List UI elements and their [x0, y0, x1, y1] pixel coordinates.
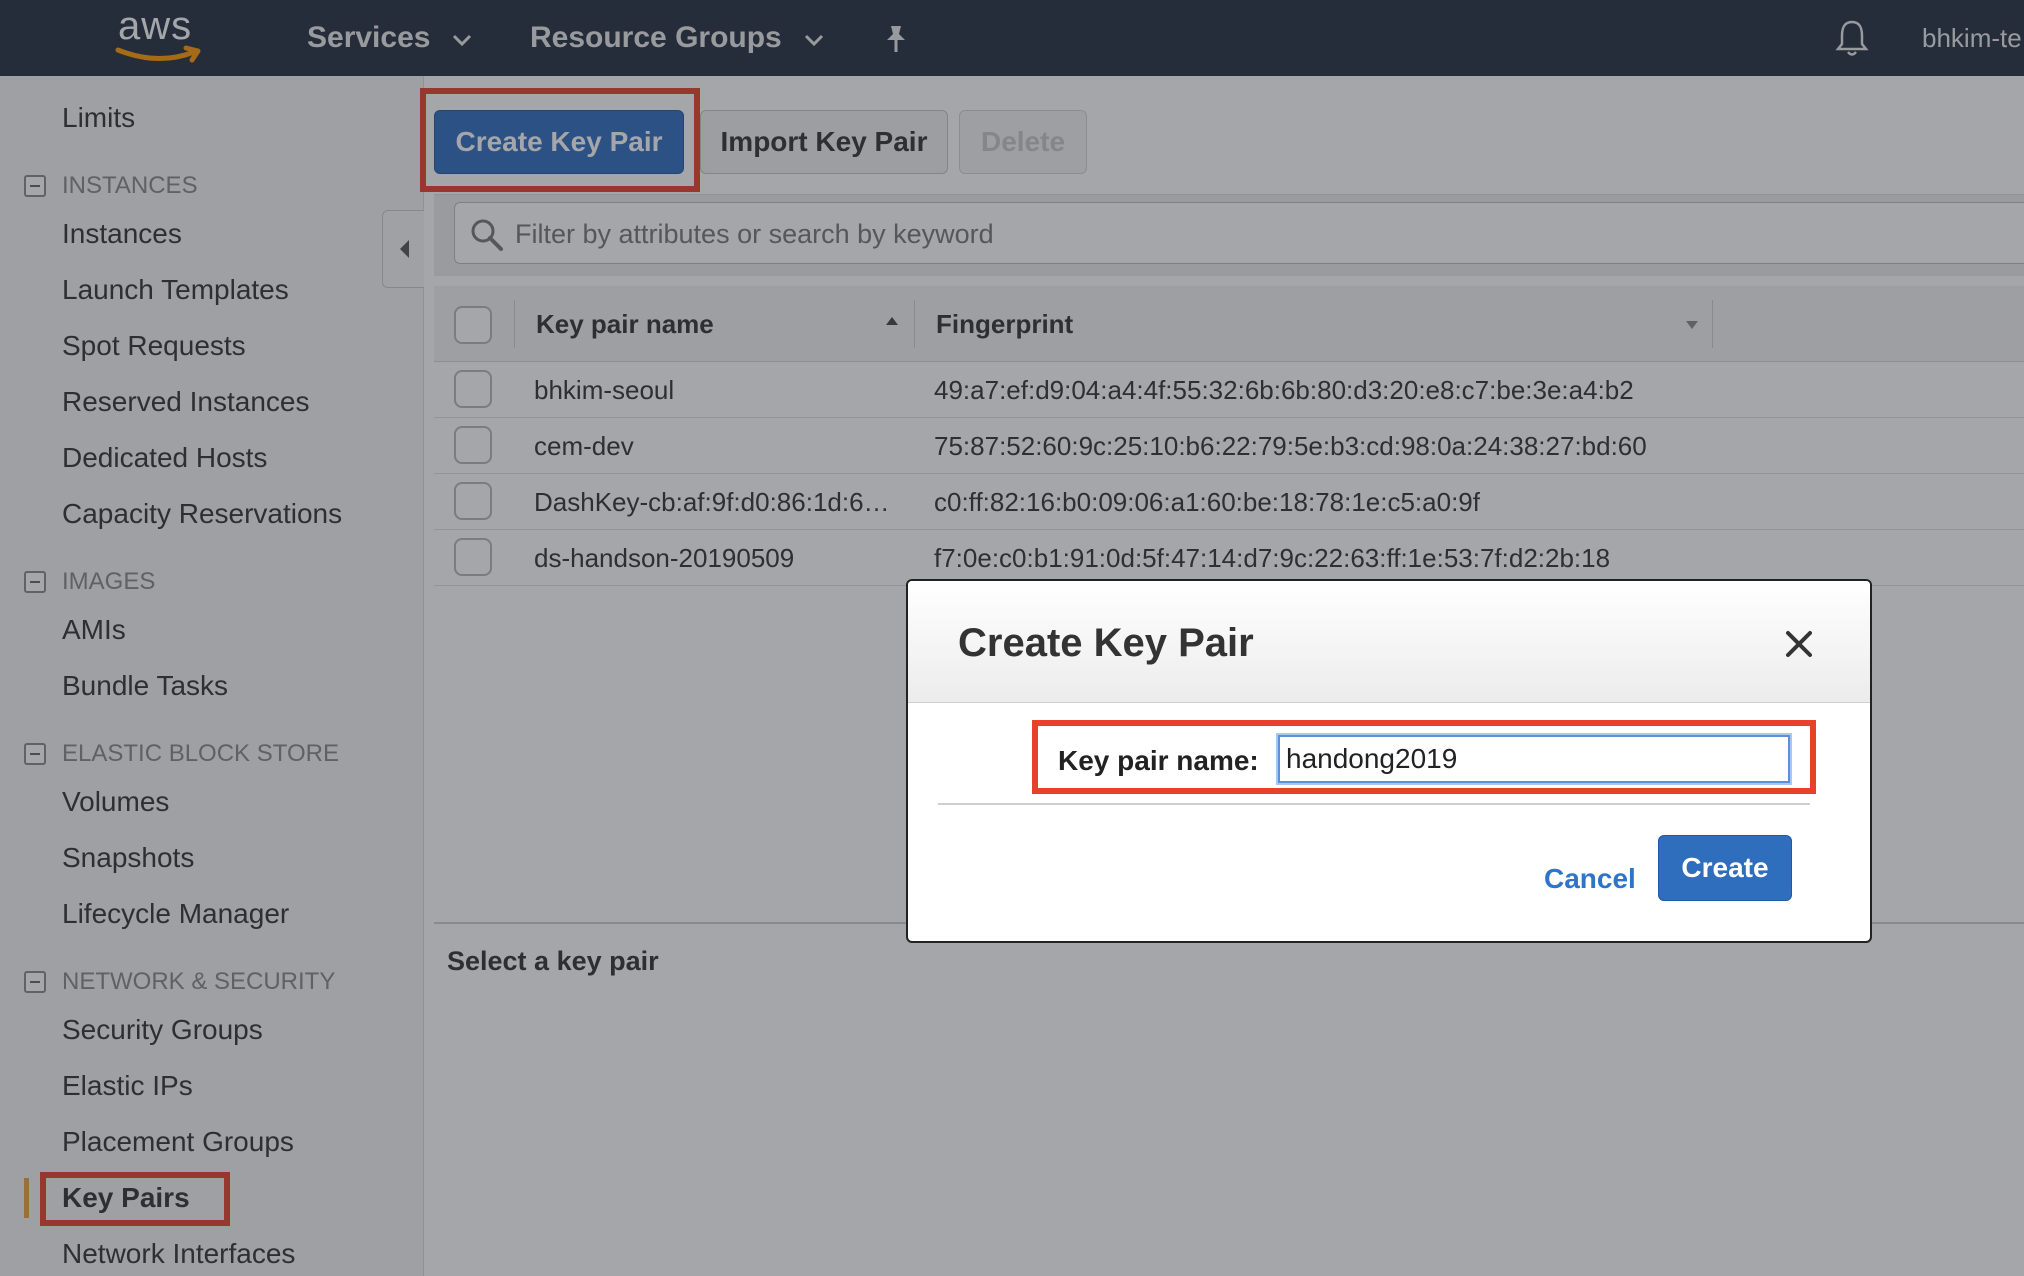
- dialog-title: Create Key Pair: [958, 621, 1254, 665]
- cancel-button[interactable]: Cancel: [1544, 863, 1636, 895]
- dialog-divider: [938, 803, 1810, 805]
- create-button[interactable]: Create: [1658, 835, 1792, 901]
- create-key-pair-dialog: Create Key Pair Key pair name: Cancel Cr…: [906, 579, 1872, 943]
- close-icon[interactable]: [1784, 629, 1814, 664]
- dialog-header: Create Key Pair: [908, 581, 1870, 703]
- annotation-highlight-name-field: [1032, 720, 1816, 794]
